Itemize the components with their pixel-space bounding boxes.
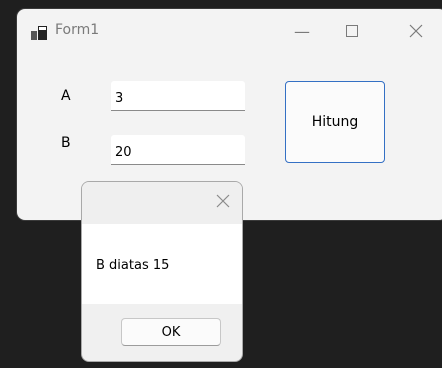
dialog-body: B diatas 15: [82, 224, 242, 304]
close-icon: [409, 24, 423, 38]
minimize-icon: —: [294, 21, 310, 41]
dialog-title-bar[interactable]: [82, 182, 242, 224]
window-title: Form1: [55, 22, 100, 38]
minimize-button[interactable]: —: [286, 19, 318, 43]
label-b: B: [61, 135, 71, 151]
input-b[interactable]: [111, 135, 245, 165]
dialog-close-icon[interactable]: [216, 194, 230, 208]
input-a[interactable]: [111, 81, 245, 111]
message-dialog: B diatas 15 OK: [81, 181, 243, 362]
maximize-icon: [346, 25, 358, 37]
maximize-button[interactable]: [336, 19, 368, 43]
close-button[interactable]: [400, 19, 432, 43]
ok-button[interactable]: OK: [121, 318, 221, 346]
dialog-message: B diatas 15: [96, 258, 170, 273]
hitung-button[interactable]: Hitung: [285, 81, 385, 163]
app-icon: [31, 26, 47, 40]
title-bar[interactable]: Form1 —: [17, 9, 442, 53]
label-a: A: [61, 88, 71, 104]
